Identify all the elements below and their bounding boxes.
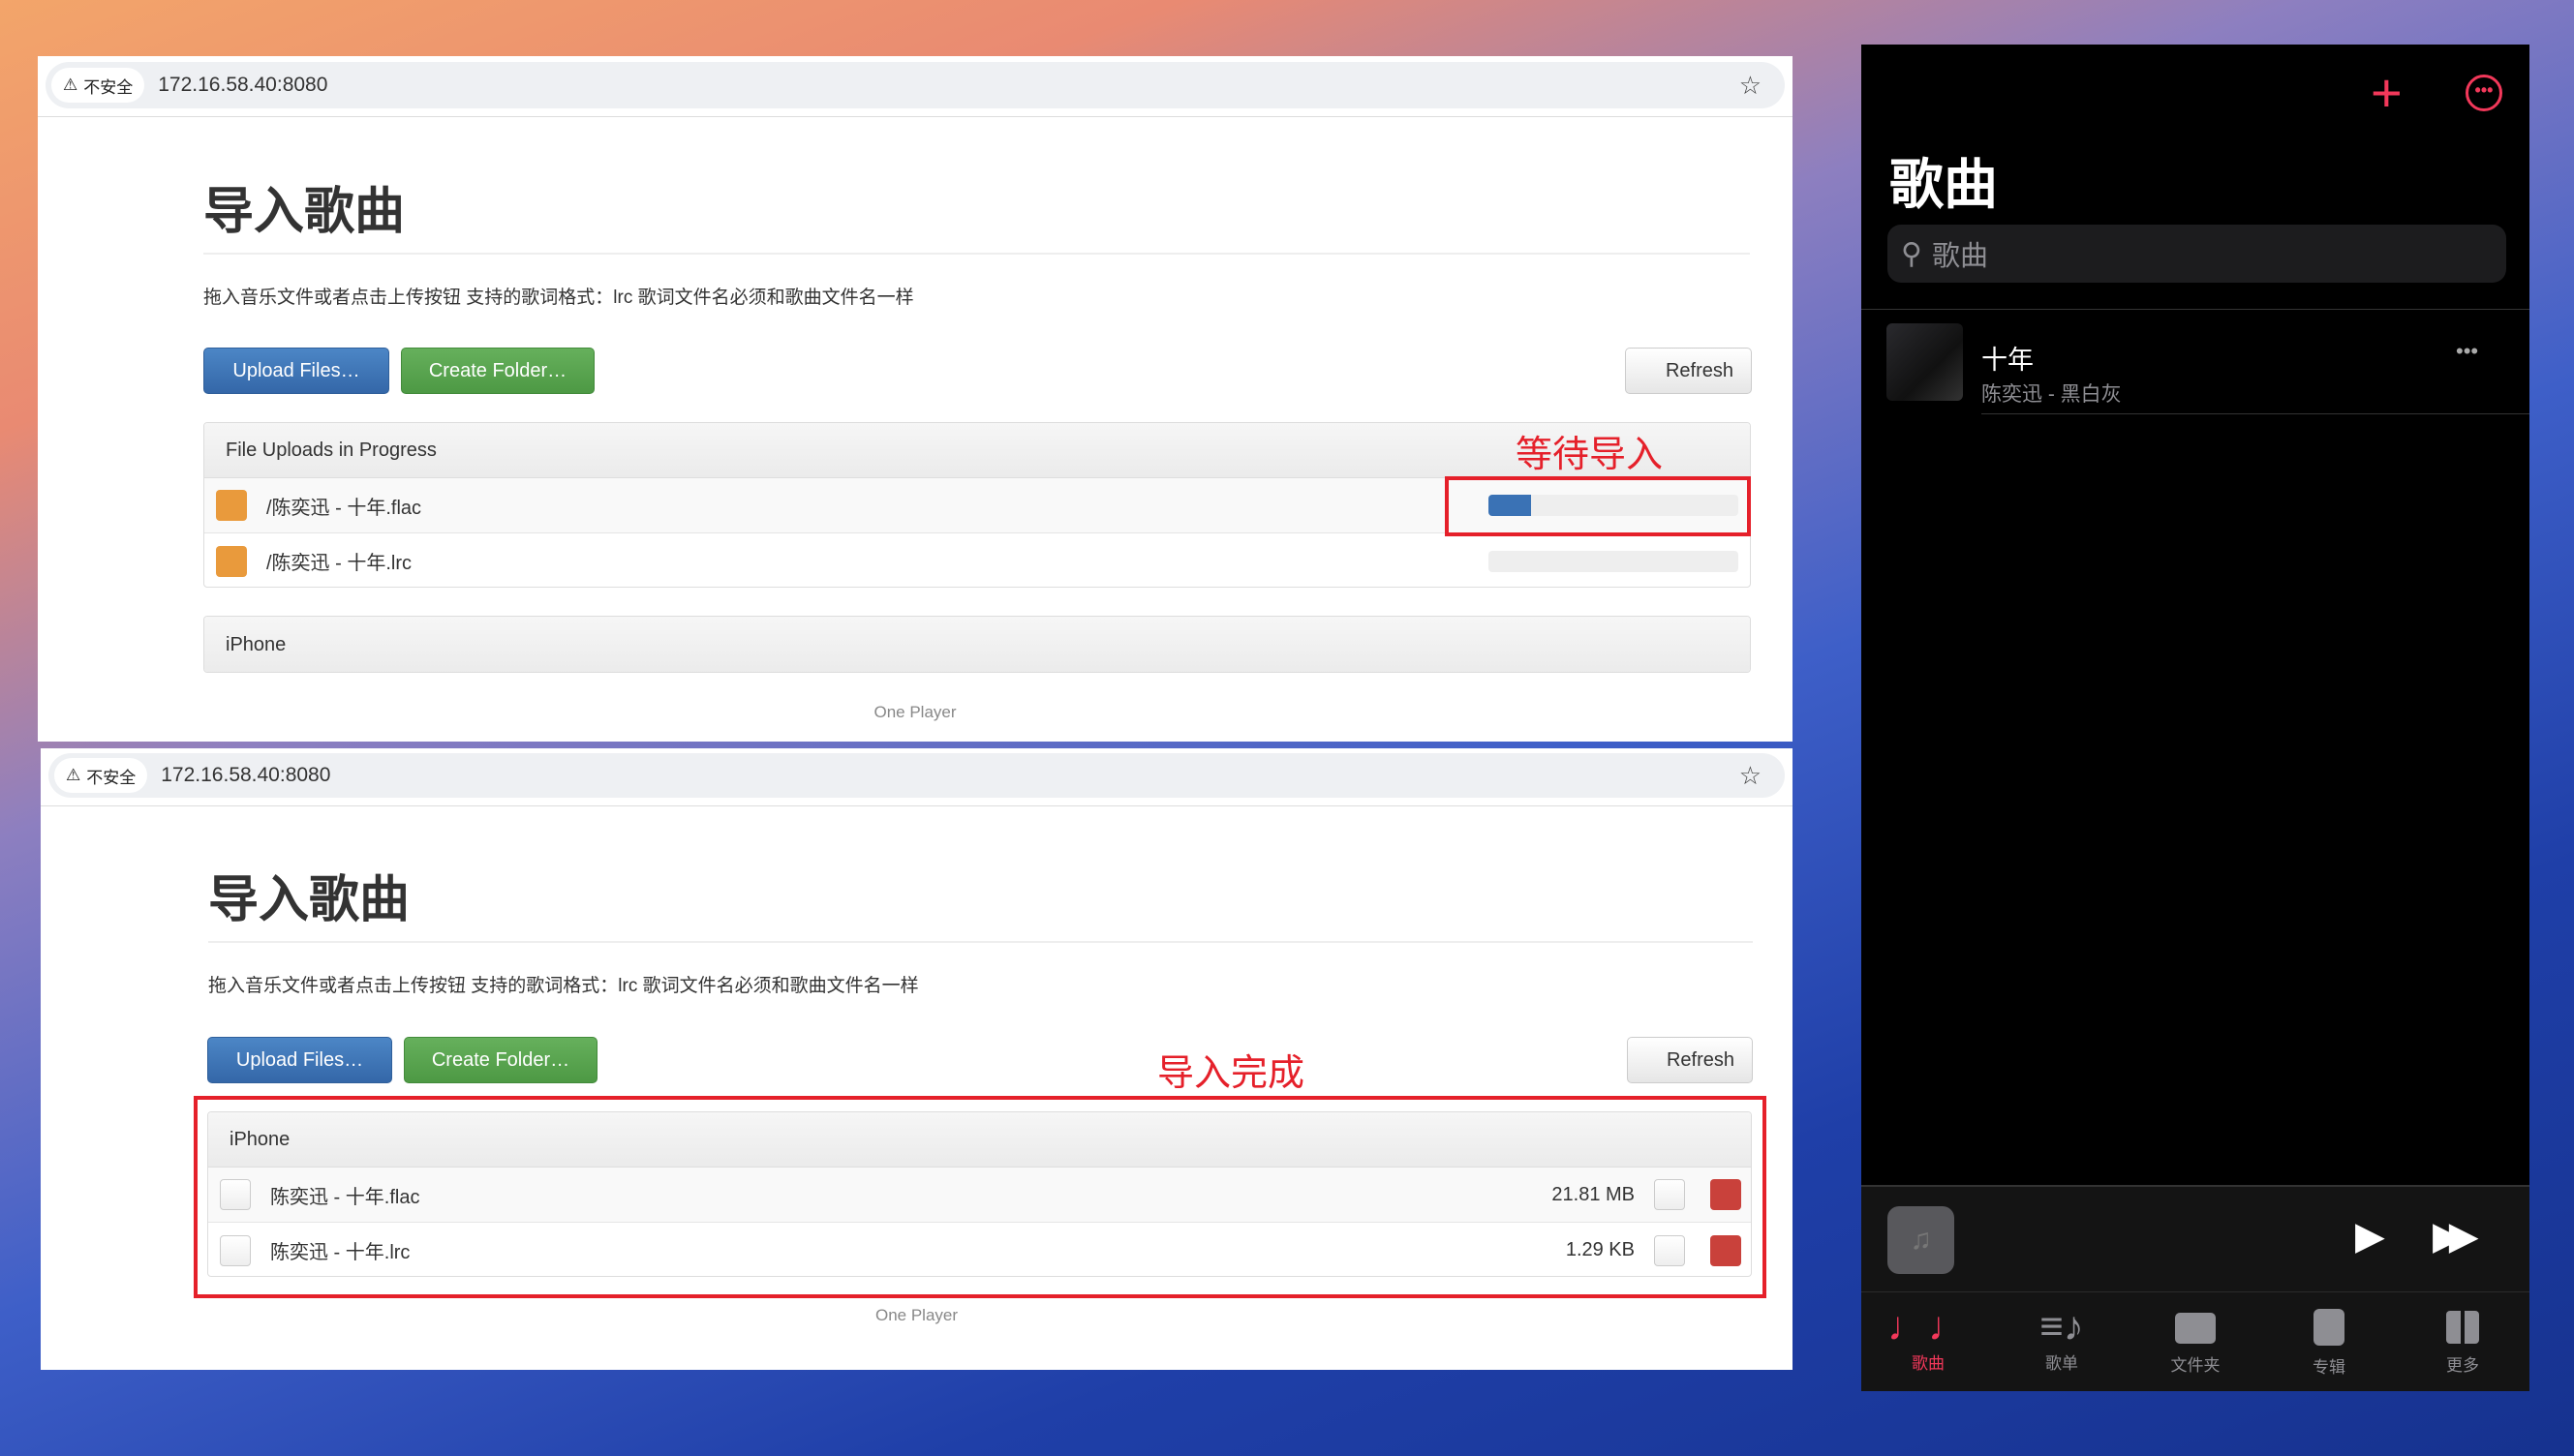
address-bar[interactable]: ⚠ 不安全 172.16.58.40:8080 ☆ [46, 62, 1785, 108]
search-placeholder: 歌曲 [1931, 241, 1988, 272]
song-subtitle: 陈奕迅 - 黑白灰 [1981, 383, 2122, 406]
warning-icon: ⚠ [63, 76, 78, 94]
folder-header[interactable]: iPhone [204, 617, 1750, 672]
file-status-icon [216, 490, 247, 521]
refresh-button[interactable]: Refresh [1625, 348, 1752, 394]
file-name[interactable]: 陈奕迅 - 十年.lrc [270, 1236, 410, 1264]
file-row: 陈奕迅 - 十年.flac 21.81 MB [208, 1168, 1751, 1223]
tab-label: 歌曲 [1912, 1354, 1945, 1373]
file-status-icon [216, 545, 247, 577]
security-indicator[interactable]: ⚠ 不安全 [51, 68, 145, 103]
grid-icon [2446, 1311, 2479, 1344]
url-text[interactable]: 172.16.58.40:8080 [158, 74, 327, 97]
file-checkbox[interactable] [220, 1234, 251, 1266]
select-button[interactable] [1654, 1179, 1685, 1210]
security-indicator[interactable]: ⚠ 不安全 [54, 758, 148, 793]
upload-row: /陈奕迅 - 十年.lrc [204, 533, 1750, 587]
address-bar[interactable]: ⚠ 不安全 172.16.58.40:8080 ☆ [48, 753, 1785, 798]
description: 拖入音乐文件或者点击上传按钮 支持的歌词格式：lrc 歌词文件名必须和歌曲文件名… [208, 976, 919, 996]
tab-label: 专辑 [2313, 1358, 2345, 1377]
folder-icon [2175, 1313, 2216, 1344]
url-text[interactable]: 172.16.58.40:8080 [161, 764, 330, 787]
folder-header[interactable]: iPhone [208, 1112, 1751, 1168]
refresh-button[interactable]: Refresh [1627, 1037, 1753, 1083]
tab-albums[interactable]: 专辑 [2262, 1303, 2396, 1378]
file-checkbox[interactable] [220, 1179, 251, 1210]
album-art [1886, 323, 1963, 401]
upload-files-button[interactable]: Upload Files… [203, 348, 389, 394]
annotation-box [1445, 476, 1751, 536]
footer: One Player [873, 703, 957, 721]
folder-panel: iPhone 陈奕迅 - 十年.flac 21.81 MB 陈奕迅 - 十年.l… [207, 1111, 1752, 1277]
search-input[interactable]: ⚲ 歌曲 [1887, 225, 2506, 283]
footer: One Player [874, 1306, 959, 1324]
tab-more[interactable]: 更多 [2396, 1303, 2529, 1376]
playlist-icon: ≡♪ [2039, 1303, 2084, 1349]
tab-label: 更多 [2446, 1356, 2479, 1375]
play-icon[interactable]: ▶ [2355, 1214, 2385, 1259]
file-size: 21.81 MB [1551, 1183, 1635, 1205]
music-notes-icon: ♩♩ [1887, 1303, 1969, 1349]
bookmark-star-icon[interactable]: ☆ [1739, 71, 1762, 101]
browser-window-bottom: ⚠ 不安全 172.16.58.40:8080 ☆ 导入歌曲 拖入音乐文件或者点击… [41, 748, 1793, 1370]
toolbar-divider [38, 116, 1793, 117]
annotation-label: 导入完成 [1157, 1051, 1305, 1094]
file-name[interactable]: 陈奕迅 - 十年.flac [270, 1181, 419, 1209]
security-label: 不安全 [86, 768, 137, 787]
page-title: 导入歌曲 [203, 184, 406, 240]
divider [1861, 1291, 2529, 1292]
song-more-icon[interactable]: ••• [2456, 339, 2478, 364]
upload-progress-bar [1488, 550, 1738, 572]
upload-filename: /陈奕迅 - 十年.flac [266, 497, 422, 519]
bookmark-star-icon[interactable]: ☆ [1739, 761, 1762, 791]
album-stack-icon [2314, 1309, 2344, 1346]
song-row[interactable]: 十年 陈奕迅 - 黑白灰 ••• [1861, 310, 2529, 413]
select-button[interactable] [1654, 1234, 1685, 1266]
tab-songs[interactable]: ♩♩ 歌曲 [1861, 1303, 1995, 1374]
fast-forward-icon[interactable]: ▶▶ [2433, 1214, 2478, 1259]
create-folder-button[interactable]: Create Folder… [404, 1037, 598, 1083]
description: 拖入音乐文件或者点击上传按钮 支持的歌词格式：lrc 歌词文件名必须和歌曲文件名… [203, 288, 914, 308]
security-label: 不安全 [83, 77, 134, 97]
warning-icon: ⚠ [66, 766, 81, 784]
now-playing-art-music-icon[interactable]: ♫ [1887, 1206, 1954, 1274]
phone-app: + ••• 歌曲 ⚲ 歌曲 十年 陈奕迅 - 黑白灰 ••• ♫ ▶ ▶▶ ♩♩… [1861, 45, 2529, 1391]
tab-label: 文件夹 [2170, 1356, 2221, 1375]
toolbar-divider [41, 805, 1793, 806]
tab-label: 歌单 [2045, 1354, 2078, 1373]
tab-folders[interactable]: 文件夹 [2129, 1303, 2262, 1376]
title-divider [208, 941, 1753, 943]
create-folder-button[interactable]: Create Folder… [401, 348, 595, 394]
file-size: 1.29 KB [1565, 1239, 1635, 1260]
divider [1981, 413, 2529, 414]
file-row: 陈奕迅 - 十年.lrc 1.29 KB [208, 1223, 1751, 1276]
page-title: 歌曲 [1889, 154, 1998, 215]
browser-window-top: ⚠ 不安全 172.16.58.40:8080 ☆ 导入歌曲 拖入音乐文件或者点击… [38, 56, 1793, 742]
delete-button[interactable] [1710, 1179, 1741, 1210]
title-divider [203, 253, 1750, 255]
upload-files-button[interactable]: Upload Files… [207, 1037, 392, 1083]
page-title: 导入歌曲 [208, 872, 411, 928]
folder-panel: iPhone [203, 616, 1751, 673]
delete-button[interactable] [1710, 1234, 1741, 1266]
add-icon[interactable]: + [2371, 66, 2403, 120]
tab-playlists[interactable]: ≡♪ 歌单 [1995, 1303, 2129, 1374]
song-title: 十年 [1981, 346, 2034, 375]
search-icon: ⚲ [1901, 237, 1922, 270]
more-options-icon[interactable]: ••• [2466, 75, 2502, 111]
upload-filename: /陈奕迅 - 十年.lrc [266, 553, 412, 574]
annotation-label: 等待导入 [1516, 433, 1664, 475]
